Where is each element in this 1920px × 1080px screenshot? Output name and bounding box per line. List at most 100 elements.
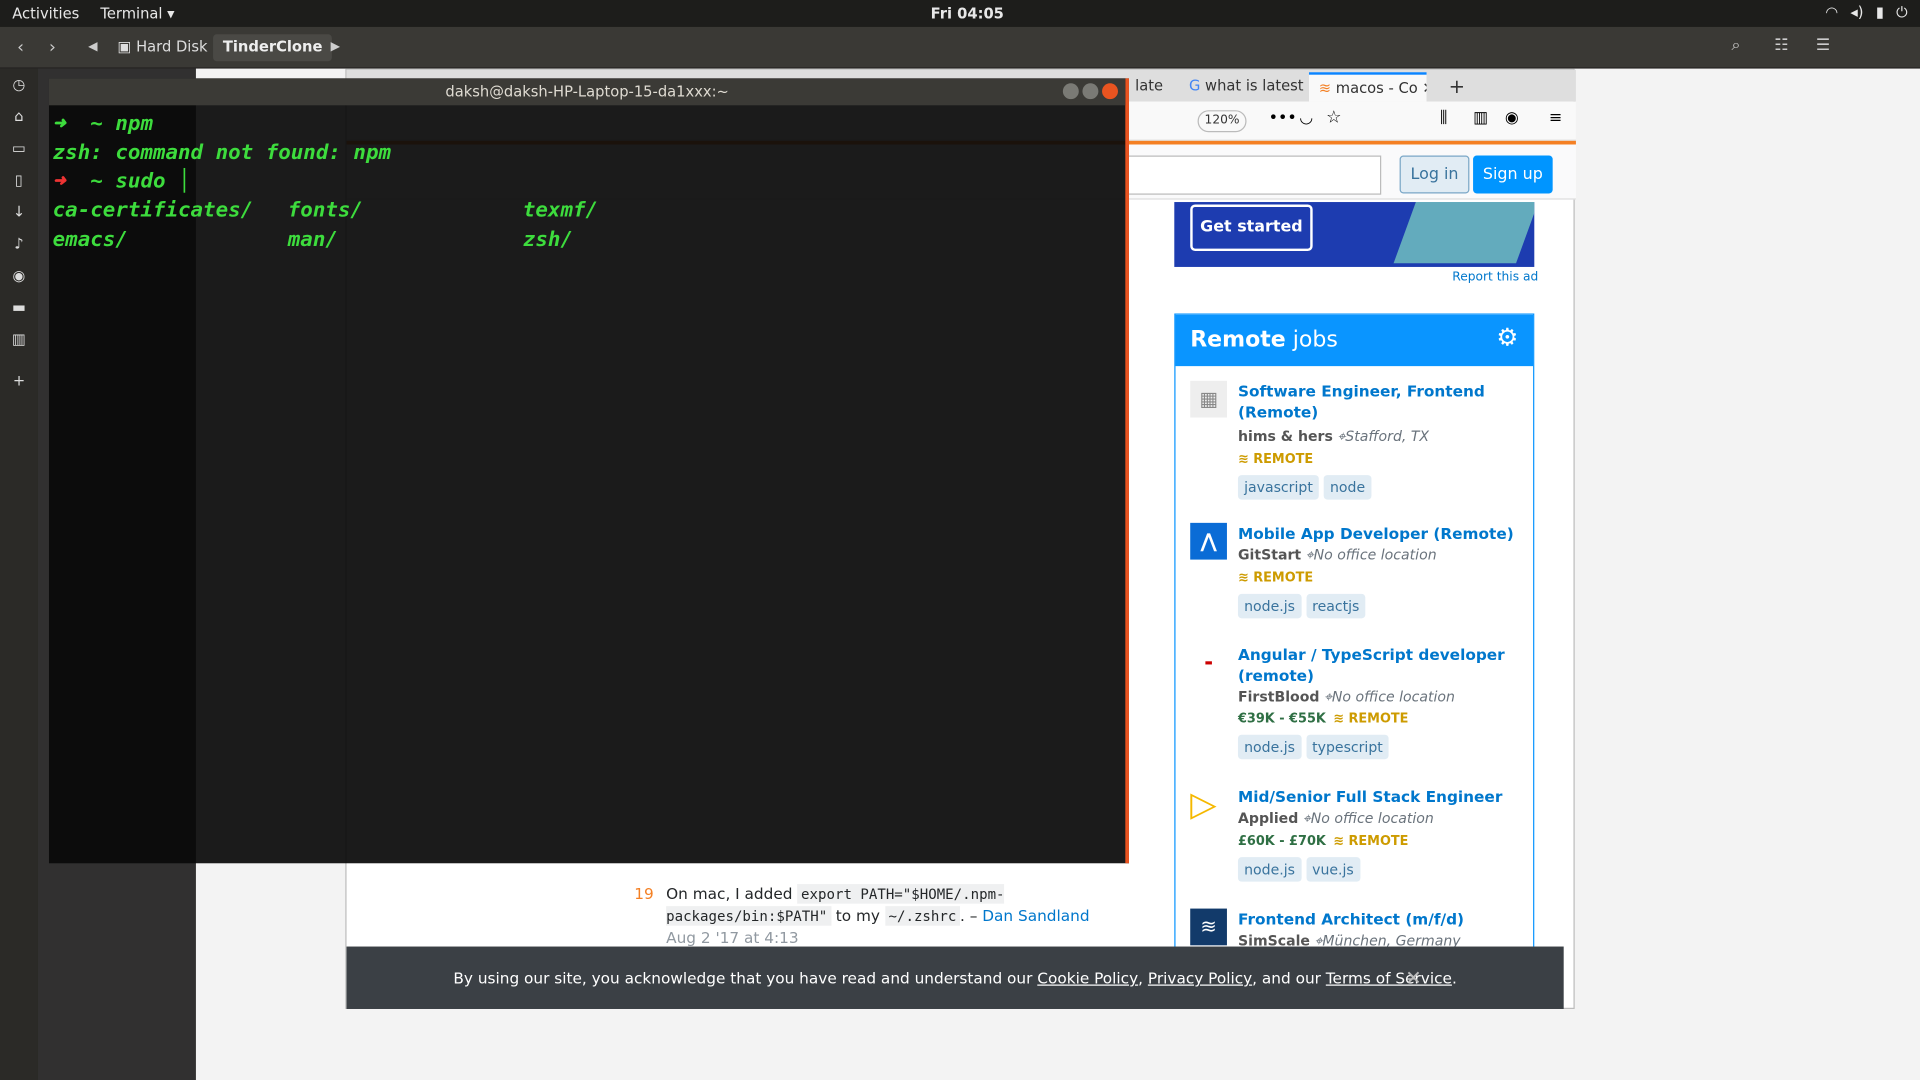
battery-icon: ▮	[1875, 3, 1884, 21]
system-tray[interactable]: ◠ ◂) ▮ ⏻	[1825, 4, 1907, 22]
jobs-header: Remote jobs ⚙	[1175, 314, 1534, 367]
tab-what-is-latest[interactable]: G what is latest	[1179, 72, 1304, 101]
company-logo-icon: ▦	[1190, 380, 1227, 418]
terms-link[interactable]: Terms of Service	[1326, 969, 1452, 987]
account-icon[interactable]: ◉	[1505, 109, 1519, 127]
advertisement[interactable]: Get started	[1174, 202, 1535, 267]
cookie-banner: By using our site, you acknowledge that …	[346, 946, 1564, 1009]
breadcrumb-left-icon[interactable]: ◀	[88, 40, 97, 53]
recent-icon[interactable]: ◷	[0, 69, 38, 101]
minimize-icon[interactable]	[1062, 83, 1079, 100]
zoom-level[interactable]: 120%	[1197, 110, 1247, 133]
location-pin-icon: ⌖	[1323, 688, 1332, 706]
company-logo-icon: ⋀	[1190, 522, 1227, 560]
add-location-icon[interactable]: +	[0, 365, 38, 397]
maximize-icon[interactable]	[1082, 83, 1099, 100]
close-tab-icon[interactable]: ✕	[1422, 80, 1426, 97]
job-title[interactable]: Mobile App Developer (Remote)	[1238, 523, 1520, 544]
cookie-policy-link[interactable]: Cookie Policy	[1037, 969, 1138, 987]
tag[interactable]: javascript	[1237, 475, 1319, 500]
ad-illustration	[1393, 202, 1535, 264]
job-title[interactable]: Mid/Senior Full Stack Engineer	[1238, 786, 1520, 807]
remote-badge: £60K - £70K ≋ REMOTE	[1237, 833, 1409, 849]
job-title[interactable]: Frontend Architect (m/f/d)	[1238, 909, 1520, 930]
job-title[interactable]: Software Engineer, Frontend (Remote)	[1238, 381, 1520, 423]
app-menu[interactable]: Terminal ▾	[100, 5, 174, 22]
bookmark-star-icon[interactable]: ☆	[1326, 108, 1341, 128]
activities-button[interactable]: Activities	[12, 5, 79, 22]
volume-icon: ◂)	[1850, 3, 1864, 21]
new-tab-button[interactable]: +	[1439, 70, 1475, 99]
terminal-titlebar[interactable]: daksh@daksh-HP-Laptop-15-da1xxx:~	[48, 78, 1126, 106]
signup-button[interactable]: Sign up	[1473, 155, 1553, 194]
tag[interactable]: reactjs	[1305, 593, 1366, 619]
back-icon[interactable]: ‹	[17, 38, 24, 58]
tag[interactable]: typescript	[1305, 734, 1389, 760]
location-pin-icon: ⌖	[1337, 427, 1346, 445]
power-icon: ⏻	[1896, 3, 1908, 21]
prompt-arrow: ➜	[52, 169, 66, 194]
completion-row: ca-certificates/fonts/texmf/	[52, 198, 599, 223]
pocket-icon[interactable]: ◡	[1299, 109, 1313, 127]
tag[interactable]: node.js	[1237, 857, 1302, 882]
music-icon[interactable]: ♪	[0, 228, 38, 260]
terminal-output[interactable]: ➜ ~ npm zsh: command not found: npm ➜ ~ …	[49, 105, 1125, 260]
get-started-button[interactable]: Get started	[1190, 204, 1313, 252]
tag[interactable]: node.js	[1237, 734, 1302, 760]
comment-author-link[interactable]: Dan Sandland	[982, 906, 1089, 924]
file-manager-toolbar: ‹ › ◀ ▣ Hard Disk TinderClone ▶ ⌕ ☷ ☰	[0, 26, 1920, 69]
breadcrumb-right-icon[interactable]: ▶	[331, 40, 340, 53]
cursor: │	[165, 169, 191, 194]
video-icon[interactable]: ▬	[0, 291, 38, 323]
tag[interactable]: node.js	[1237, 593, 1302, 619]
job-company: hims & hers ⌖Stafford, TX	[1237, 427, 1430, 445]
breadcrumb-tinderclone[interactable]: TinderClone	[213, 34, 333, 62]
code-snippet: ~/.zshrc	[884, 906, 961, 926]
job-company: GitStart ⌖No office location	[1237, 546, 1437, 564]
remote-badge: ≋ REMOTE	[1237, 570, 1314, 586]
robot-icon: ⚙	[1496, 322, 1519, 352]
terminal-window[interactable]: daksh@daksh-HP-Laptop-15-da1xxx:~ ➜ ~ np…	[48, 78, 1129, 864]
privacy-policy-link[interactable]: Privacy Policy	[1148, 969, 1252, 987]
tab-partial[interactable]: late	[1125, 72, 1174, 101]
close-icon[interactable]: ✕	[1405, 947, 1421, 1009]
tag[interactable]: vue.js	[1305, 857, 1360, 882]
report-ad-link[interactable]: Report this ad	[1452, 271, 1538, 284]
sidebar-icon[interactable]: ▥	[1473, 109, 1488, 127]
company-logo-icon: ▷	[1190, 783, 1217, 825]
close-icon[interactable]	[1102, 83, 1118, 100]
library-icon[interactable]: ⫼	[1440, 109, 1447, 127]
job-title[interactable]: Angular / TypeScript developer (remote)	[1238, 644, 1520, 686]
completion-row: emacs/man/zsh/	[52, 227, 574, 253]
location-pin-icon: ⌖	[1305, 546, 1314, 564]
remote-badge: ≋ REMOTE	[1237, 451, 1314, 467]
hamburger-menu-icon[interactable]: ≡	[1549, 109, 1562, 127]
camera-icon[interactable]: ◉	[0, 260, 38, 292]
more-actions-icon[interactable]: •••	[1269, 109, 1297, 127]
tab-macos[interactable]: ≋ macos - Co ✕	[1308, 72, 1427, 102]
launcher-dock: ◷ ⌂ ▭ ▯ ↓ ♪ ◉ ▬ ▥ +	[0, 68, 38, 1080]
tag[interactable]: node	[1323, 475, 1372, 500]
error-line: zsh: command not found: npm	[52, 140, 392, 165]
top-bar: Activities Terminal ▾ Fri 04:05 ◠ ◂) ▮ ⏻	[0, 0, 1920, 27]
home-icon[interactable]: ⌂	[0, 100, 38, 132]
trash-icon[interactable]: ▥	[0, 323, 38, 355]
document-icon[interactable]: ▯	[0, 164, 38, 196]
breadcrumb-hard-disk[interactable]: ▣ Hard Disk	[108, 34, 218, 61]
job-company: FirstBlood ⌖No office location	[1237, 688, 1455, 706]
clock[interactable]: Fri 04:05	[931, 5, 1004, 22]
folder-icon[interactable]: ▭	[0, 132, 38, 164]
company-logo-icon: ▬	[1204, 657, 1213, 668]
search-icon[interactable]: ⌕	[1731, 37, 1740, 55]
forward-icon[interactable]: ›	[49, 38, 56, 58]
download-icon[interactable]: ↓	[0, 196, 38, 228]
menu-icon[interactable]: ☰	[1816, 37, 1830, 55]
login-button[interactable]: Log in	[1399, 155, 1470, 194]
stackoverflow-icon: ≋	[1318, 79, 1336, 97]
comment-date[interactable]: Aug 2 '17 at 4:13	[666, 928, 799, 946]
wifi-icon: ◠	[1825, 3, 1839, 21]
remote-badge: €39K - €55K ≋ REMOTE	[1237, 711, 1409, 727]
view-options-icon[interactable]: ☷	[1774, 37, 1788, 55]
search-input[interactable]	[1125, 155, 1382, 195]
command: npm	[115, 111, 154, 136]
